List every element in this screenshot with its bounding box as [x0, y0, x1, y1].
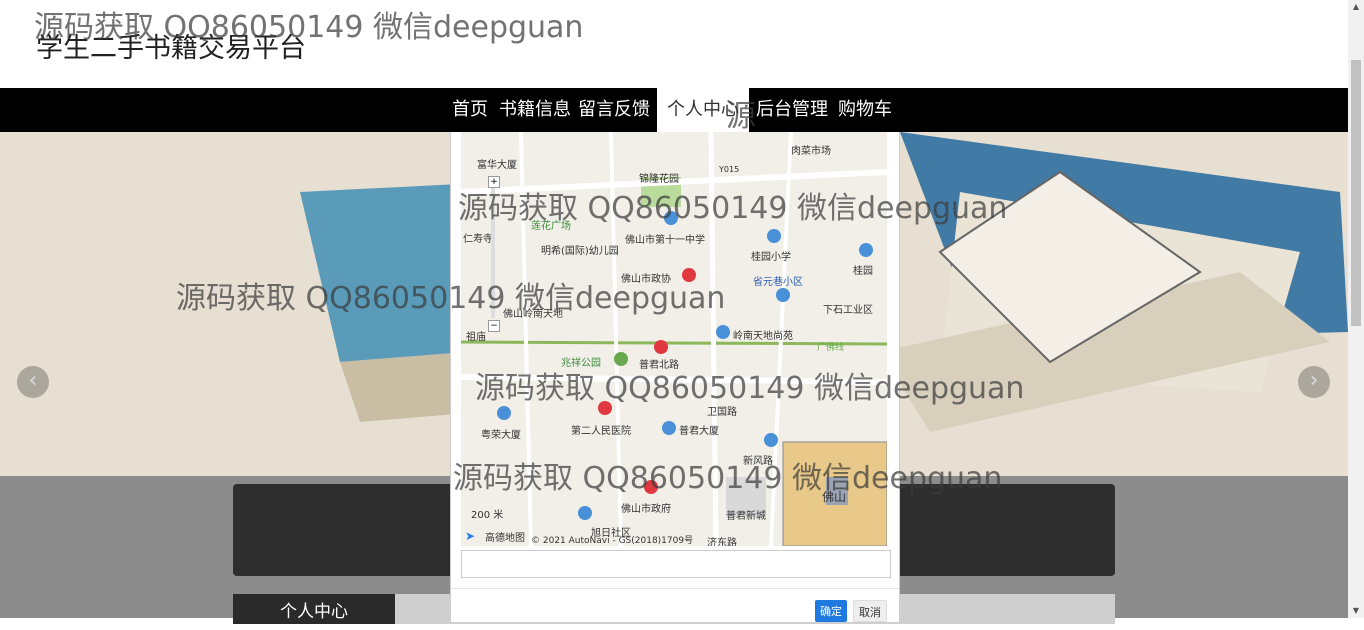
map-label: 济东路 — [707, 538, 737, 546]
map-label: 肉菜市场 — [791, 146, 831, 157]
map-label: 普君北路 — [639, 360, 679, 371]
cancel-button[interactable]: 取消 — [853, 600, 887, 622]
map-label: 富华大厦 — [477, 160, 517, 171]
map-label: 锦隆花园 — [639, 174, 679, 185]
map-label: 广佛线 — [817, 343, 845, 353]
map-view[interactable]: 富华大厦 肉菜市场 锦隆花园 Y015 莲花广场 佛山市第十一中学 仁寿寺 明希… — [461, 132, 887, 546]
map-label: 明希(国际)幼儿园 — [541, 246, 619, 257]
poi-marker-icon — [682, 268, 696, 282]
location-input[interactable] — [461, 550, 891, 578]
sidebar-title: 个人中心 — [233, 594, 395, 624]
nav-book-info[interactable]: 书籍信息 — [499, 88, 571, 132]
map-label: 第二人民医院 — [571, 426, 631, 437]
map-label: 佛山 — [822, 490, 847, 504]
main-nav: 首页 书籍信息 留言反馈 个人中心 后台管理 购物车 — [0, 88, 1348, 132]
map-label: 普君新城 — [726, 511, 766, 522]
map-label: 佛山岭南天地 — [503, 309, 563, 320]
map-label: 仁寿寺 — [463, 234, 493, 245]
scroll-up-icon[interactable]: ▲ — [1348, 2, 1364, 11]
map-copyright: © 2021 AutoNavi - GS(2018)1709号 — [531, 536, 694, 546]
scroll-down-icon[interactable]: ▼ — [1348, 606, 1364, 615]
map-label: 佛山市政府 — [621, 504, 671, 515]
map-label: 岭南天地尚苑 — [733, 331, 793, 342]
confirm-button[interactable]: 确定 — [815, 600, 847, 622]
zoom-out-button[interactable]: − — [488, 320, 500, 332]
carousel-prev-button[interactable]: ‹ — [17, 366, 49, 398]
map-label: 粤荣大厦 — [481, 430, 521, 441]
carousel-next-button[interactable]: › — [1298, 366, 1330, 398]
map-label: 佛山市政协 — [621, 274, 671, 285]
nav-personal-center[interactable]: 个人中心 — [657, 88, 749, 132]
map-label: 莲花广场 — [531, 221, 571, 232]
scroll-thumb[interactable] — [1351, 60, 1361, 326]
map-label: 下石工业区 — [823, 305, 873, 316]
zoom-in-button[interactable]: + — [488, 176, 500, 188]
map-roads — [461, 132, 887, 546]
map-scale: 200 米 — [471, 510, 504, 521]
nav-home[interactable]: 首页 — [452, 88, 488, 132]
map-dialog: 富华大厦 肉菜市场 锦隆花园 Y015 莲花广场 佛山市第十一中学 仁寿寺 明希… — [450, 132, 900, 622]
map-label: 卫国路 — [707, 407, 737, 418]
zoom-slider[interactable] — [491, 188, 495, 318]
map-label: 桂园小学 — [751, 252, 791, 263]
map-label: 省元巷小区 — [753, 277, 803, 288]
map-label: 兆祥公园 — [561, 358, 601, 369]
nav-admin[interactable]: 后台管理 — [756, 88, 828, 132]
map-label: Y015 — [719, 165, 740, 174]
nav-feedback[interactable]: 留言反馈 — [578, 88, 650, 132]
page-scrollbar[interactable]: ▲ ▼ — [1348, 0, 1364, 618]
map-label: 普君大厦 — [679, 426, 719, 437]
dialog-divider — [451, 588, 899, 589]
locate-icon[interactable]: ➤ — [465, 530, 479, 542]
site-title: 学生二手书籍交易平台 — [36, 33, 306, 64]
map-label: 佛山市第十一中学 — [625, 235, 705, 246]
map-provider: 高德地图 — [485, 533, 525, 544]
map-label: 桂园 — [853, 266, 873, 277]
map-label: 祖庙 — [466, 332, 486, 343]
nav-cart[interactable]: 购物车 — [838, 88, 892, 132]
map-label: 新风路 — [743, 456, 773, 467]
